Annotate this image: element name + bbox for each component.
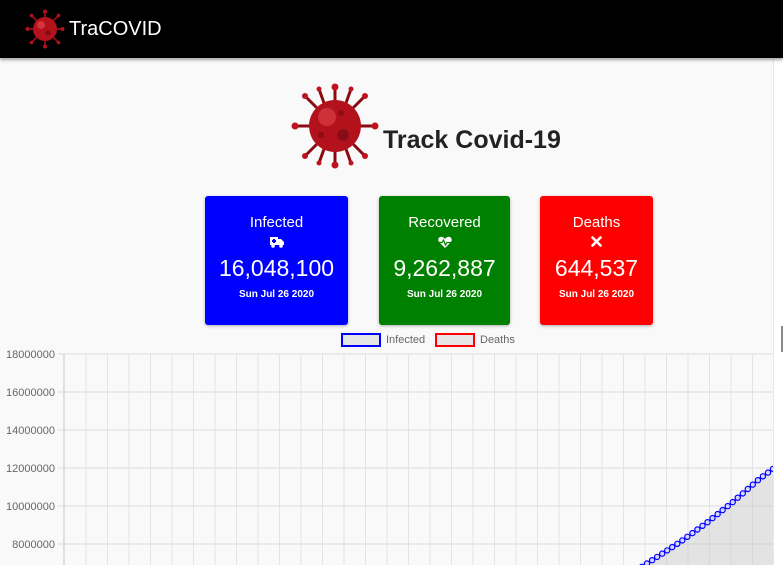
y-tick-label: 12000000 bbox=[6, 463, 55, 475]
data-point bbox=[759, 473, 767, 480]
card-date: Sun Jul 26 2020 bbox=[406, 289, 483, 300]
deaths-card: Deaths 644,537 Sun Jul 26 2020 bbox=[540, 196, 653, 325]
data-point bbox=[714, 510, 721, 518]
cases-chart: 18000000 16000000 14000000 12000000 10000000… bbox=[6, 349, 773, 565]
data-point bbox=[643, 560, 651, 565]
data-point bbox=[764, 469, 772, 476]
infected-count: 16,048,100 bbox=[218, 255, 335, 281]
y-tick-label: 8000000 bbox=[12, 539, 55, 551]
y-tick-label: 18000000 bbox=[6, 349, 55, 361]
data-point bbox=[744, 485, 752, 493]
card-date: Sun Jul 26 2020 bbox=[238, 289, 315, 300]
page-title: Track Covid-19 bbox=[383, 126, 561, 154]
data-point bbox=[734, 494, 741, 501]
navbar: TraCOVID bbox=[0, 0, 783, 58]
data-point bbox=[648, 556, 656, 564]
virus-icon[interactable] bbox=[25, 9, 65, 49]
card-label: Recovered bbox=[408, 214, 481, 231]
close-icon bbox=[540, 236, 653, 250]
card-label: Infected bbox=[249, 214, 304, 231]
card-date: Sun Jul 26 2020 bbox=[558, 289, 635, 300]
data-point bbox=[729, 498, 736, 506]
brand-name[interactable]: TraCOVID bbox=[69, 17, 162, 41]
data-point bbox=[653, 553, 661, 561]
deaths-count: 644,537 bbox=[554, 255, 639, 281]
recovered-count: 9,262,887 bbox=[393, 255, 496, 281]
infected-card: Infected 16,048,100 Sun Jul 26 2020 bbox=[205, 196, 348, 325]
recovered-card: Recovered 9,262,887 Sun Jul 26 2020 bbox=[379, 196, 510, 325]
heartbeat-icon bbox=[379, 236, 510, 250]
data-point bbox=[724, 502, 731, 510]
virus-icon bbox=[291, 83, 379, 169]
data-point bbox=[679, 537, 686, 544]
scrollbar[interactable] bbox=[773, 58, 783, 565]
data-point bbox=[709, 514, 716, 522]
y-tick-label: 14000000 bbox=[6, 425, 55, 437]
data-point bbox=[754, 476, 762, 484]
data-point bbox=[659, 550, 666, 557]
y-tick-label: 16000000 bbox=[6, 387, 55, 399]
data-point bbox=[739, 490, 747, 497]
data-point bbox=[689, 529, 696, 537]
card-label: Deaths bbox=[572, 214, 621, 231]
ambulance-icon bbox=[205, 236, 348, 250]
data-point bbox=[699, 522, 706, 529]
y-tick-label: 10000000 bbox=[6, 501, 55, 513]
data-point bbox=[694, 526, 701, 533]
data-point bbox=[664, 547, 671, 554]
data-point bbox=[674, 540, 681, 547]
data-point bbox=[749, 481, 757, 488]
data-point bbox=[719, 506, 726, 514]
data-point bbox=[669, 543, 676, 551]
data-point bbox=[704, 518, 711, 526]
data-point bbox=[684, 533, 691, 540]
